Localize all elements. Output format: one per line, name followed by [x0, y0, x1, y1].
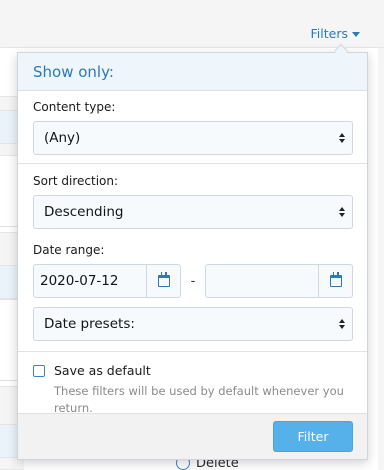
save-default-label[interactable]: Save as default: [54, 363, 151, 378]
date-end-value[interactable]: [206, 265, 318, 297]
calendar-icon: [157, 272, 170, 287]
sort-direction-select[interactable]: Descending: [33, 195, 353, 229]
background-right-edge: [378, 48, 384, 470]
sort-direction-section: Sort direction: Descending: [18, 164, 367, 229]
save-default-checkbox[interactable]: [33, 364, 45, 377]
date-end-input[interactable]: [205, 264, 353, 298]
filters-toggle-button[interactable]: Filters: [311, 26, 360, 41]
content-type-select[interactable]: (Any): [33, 121, 353, 155]
calendar-icon: [329, 272, 342, 287]
date-start-value[interactable]: 2020-07-12: [34, 265, 146, 297]
content-type-section: Content type: (Any): [18, 91, 367, 164]
date-presets-select[interactable]: Date presets:: [33, 307, 353, 341]
select-arrows-icon: [339, 319, 345, 329]
date-start-input[interactable]: 2020-07-12: [33, 264, 181, 298]
date-start-picker-button[interactable]: [146, 265, 180, 297]
sort-direction-value: Descending: [44, 204, 124, 220]
date-end-picker-button[interactable]: [318, 265, 352, 297]
date-range-separator: -: [190, 273, 196, 289]
filters-label: Filters: [310, 26, 348, 41]
date-range-label: Date range:: [33, 243, 105, 257]
popup-footer: Filter: [18, 413, 367, 459]
caret-down-icon: [352, 31, 360, 37]
sort-direction-label: Sort direction:: [33, 174, 119, 188]
date-range-section: Date range: 2020-07-12 - Date presets:: [18, 229, 367, 341]
select-arrows-icon: [339, 133, 345, 143]
popup-title: Show only:: [18, 53, 367, 91]
save-default-hint: These filters will be used by default wh…: [54, 384, 344, 415]
filters-popup: Show only: Content type: (Any) Sort dire…: [17, 52, 368, 460]
filter-button[interactable]: Filter: [273, 421, 353, 452]
content-type-label: Content type:: [33, 100, 116, 114]
date-presets-value: Date presets:: [44, 316, 135, 332]
save-default-section: Save as default These filters will be us…: [18, 351, 367, 415]
content-type-value: (Any): [44, 130, 81, 146]
select-arrows-icon: [339, 207, 345, 217]
